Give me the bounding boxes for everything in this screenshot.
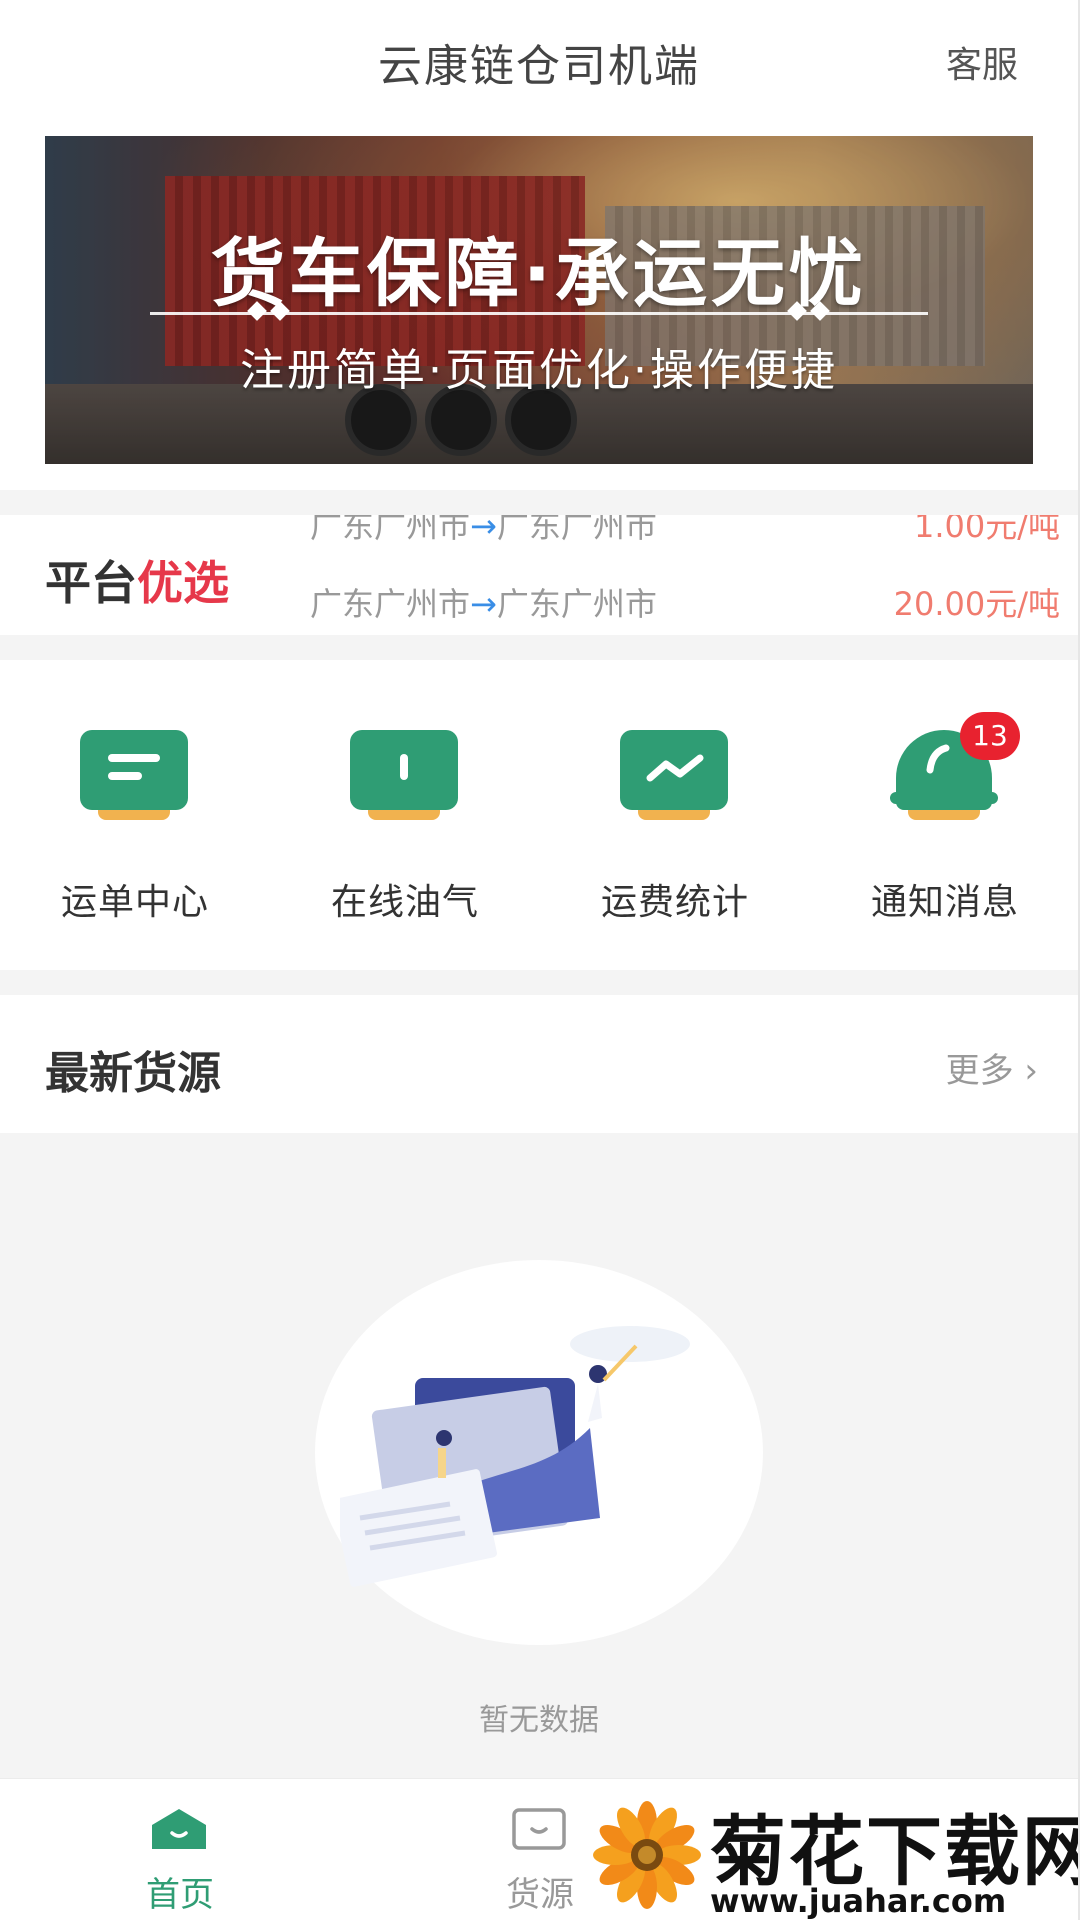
ticker-route: 广东广州市→广东广州市 bbox=[310, 515, 657, 547]
tab-home[interactable]: 首页 bbox=[80, 1779, 280, 1921]
notification-badge: 13 bbox=[960, 712, 1020, 760]
menu-label: 运费统计 bbox=[600, 882, 749, 923]
menu-label: 在线油气 bbox=[330, 882, 479, 923]
arrow-icon: → bbox=[470, 585, 497, 623]
app-page: 云康链仓司机端 客服 货车保障·承运无忧 注册简单·页面优化·操作便捷 平台优选… bbox=[0, 0, 1080, 1921]
label-accent: 优选 bbox=[137, 556, 229, 610]
banner-subline: 注册简单·页面优化·操作便捷 bbox=[240, 345, 838, 396]
menu-item-waybill[interactable]: 运单中心 bbox=[0, 660, 270, 970]
more-label: 更多 bbox=[945, 1051, 1014, 1091]
banner-headline: 货车保障·承运无忧 bbox=[210, 231, 868, 317]
newest-cargo-header: 最新货源 更多 › bbox=[0, 995, 1078, 1133]
quick-menu: 运单中心 在线油气 运费统计 通知消息 bbox=[0, 660, 1078, 970]
ticker-price: 1.00元/吨 bbox=[913, 515, 1060, 545]
customer-service-button[interactable]: 客服 bbox=[946, 36, 1018, 88]
chart-icon bbox=[620, 730, 728, 820]
section-title: 最新货源 bbox=[45, 1048, 221, 1099]
platform-preferred-label: 平台优选 bbox=[45, 547, 229, 613]
flower-logo-icon bbox=[593, 1801, 701, 1909]
platform-preferred-section[interactable]: 平台优选 广东广州市→广东广州市 1.00元/吨 广东广州市→广东广州市 20.… bbox=[0, 515, 1078, 635]
ticker-price: 20.00元/吨 bbox=[893, 585, 1060, 623]
empty-state: 暂无数据 bbox=[0, 1133, 1078, 1778]
route-from: 广东广州市 bbox=[310, 585, 471, 623]
route-to: 广东广州市 bbox=[496, 515, 657, 545]
route-from: 广东广州市 bbox=[310, 515, 471, 545]
empty-text: 暂无数据 bbox=[479, 1703, 599, 1738]
empty-folder-illustration bbox=[340, 1326, 690, 1587]
label-plain: 平台 bbox=[45, 556, 137, 610]
chevron-right-icon: › bbox=[1024, 1051, 1038, 1091]
menu-item-notifications[interactable]: 通知消息 bbox=[810, 660, 1080, 970]
top-bar: 云康链仓司机端 客服 bbox=[0, 0, 1078, 122]
watermark: 菊花下载网 www.juahar.com bbox=[592, 1790, 1080, 1920]
route-to: 广东广州市 bbox=[496, 585, 657, 623]
fuel-icon bbox=[350, 730, 458, 820]
preferred-ticker: 广东广州市→广东广州市 1.00元/吨 广东广州市→广东广州市 20.00元/吨 bbox=[300, 515, 1080, 635]
menu-item-freight-stats[interactable]: 运费统计 bbox=[540, 660, 810, 970]
banner-section: 货车保障·承运无忧 注册简单·页面优化·操作便捷 bbox=[0, 122, 1078, 490]
menu-item-fuel[interactable]: 在线油气 bbox=[270, 660, 540, 970]
waybill-icon bbox=[80, 730, 188, 820]
more-button[interactable]: 更多 › bbox=[946, 1043, 1038, 1092]
home-icon bbox=[152, 1809, 206, 1849]
page-title: 云康链仓司机端 bbox=[378, 41, 700, 92]
tab-label: 首页 bbox=[146, 1875, 214, 1915]
arrow-icon: → bbox=[470, 515, 497, 545]
watermark-url: www.juahar.com bbox=[710, 1882, 1007, 1920]
ticker-route: 广东广州市→广东广州市 bbox=[310, 579, 657, 625]
promo-banner[interactable]: 货车保障·承运无忧 注册简单·页面优化·操作便捷 bbox=[45, 136, 1033, 464]
menu-label: 通知消息 bbox=[870, 882, 1019, 923]
menu-label: 运单中心 bbox=[60, 882, 209, 923]
cargo-icon bbox=[512, 1808, 566, 1850]
